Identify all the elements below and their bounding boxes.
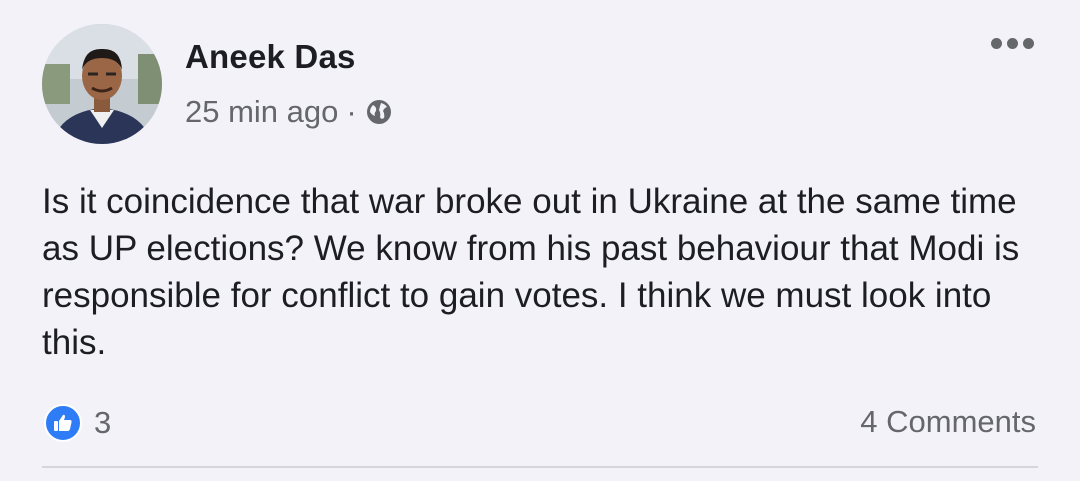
profile-photo-icon: [42, 24, 162, 144]
post-divider: [42, 466, 1038, 468]
reactions-summary[interactable]: 3: [44, 404, 111, 442]
author-avatar[interactable]: [42, 24, 162, 144]
post-body-text: Is it coincidence that war broke out in …: [42, 182, 1020, 362]
post-timestamp[interactable]: 25 min ago: [185, 94, 338, 130]
reaction-count: 3: [94, 405, 112, 440]
more-horizontal-icon: [1006, 37, 1018, 49]
meta-separator: ·: [346, 94, 357, 129]
more-options-button[interactable]: [980, 28, 1044, 58]
more-horizontal-icon: [990, 37, 1002, 49]
globe-icon: [366, 100, 391, 124]
like-icon: [44, 404, 82, 442]
comments-count-link[interactable]: 4 Comments: [860, 404, 1036, 440]
feed-post: Aneek Das 25 min ago · Is it coincidence…: [0, 0, 1080, 481]
author-name[interactable]: Aneek Das: [185, 38, 356, 76]
more-horizontal-icon: [1022, 37, 1034, 49]
post-meta: 25 min ago ·: [185, 94, 393, 130]
